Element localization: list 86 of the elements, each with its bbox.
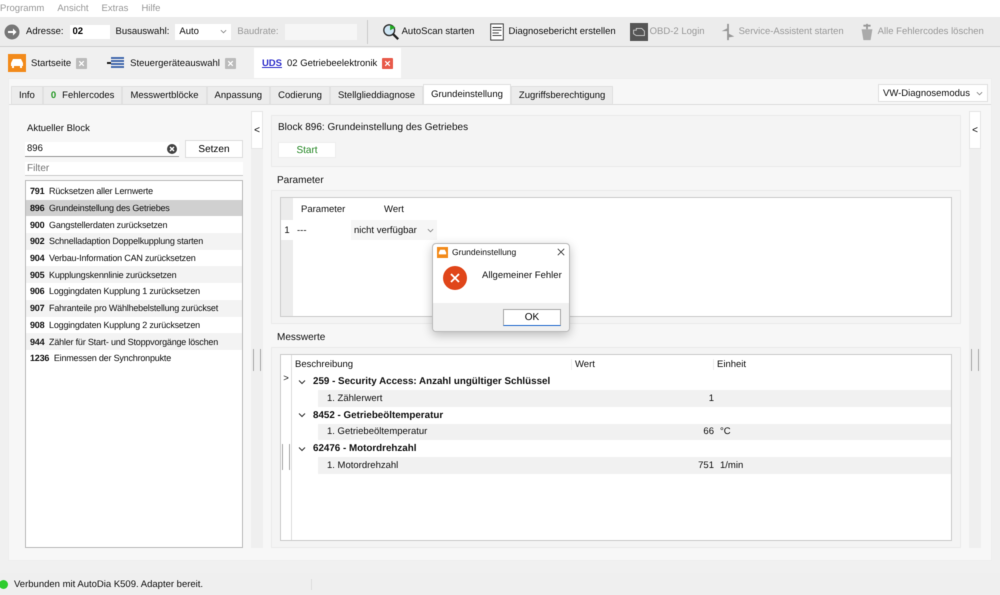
row-number: 1 [281, 220, 293, 240]
document-icon [488, 22, 506, 40]
section-title: Parameter [277, 175, 325, 186]
baud-label: Baudrate: [237, 26, 279, 37]
table-cell-text: 1. Motordrehzahl [326, 460, 400, 471]
table-cell: °C [720, 426, 731, 438]
mode-dropdown[interactable]: VW-Diagnosemodus [878, 84, 988, 102]
magnifier-icon [382, 22, 400, 40]
block-item[interactable]: 904 Verbau-Information CAN zurücksetzen [26, 250, 242, 266]
table-cell-text: 1. Zählerwert [326, 392, 384, 404]
block-item[interactable]: 907 Fahranteile pro Wählhebelstellung zurückset [26, 300, 242, 316]
table-cell-text: 1. Getriebeöltemperatur [326, 426, 428, 438]
group-title: 8452 - Getriebeöltemperatur [313, 410, 444, 420]
splitter-grip[interactable] [282, 444, 290, 470]
section-title: Aktueller Block [27, 123, 91, 134]
column-header: Wert [572, 358, 714, 370]
table-cell: 751 [698, 460, 714, 471]
collapse-button[interactable]: < [251, 111, 263, 149]
block-item[interactable]: 1236 Einmessen der Synchronpukte [26, 350, 242, 367]
block-title: Block 896: Grundeinstellung des Getriebes [278, 122, 470, 133]
ok-button[interactable]: OK [503, 308, 561, 326]
dialog-message: Allgemeiner Fehler [482, 270, 562, 281]
expand-icon[interactable] [298, 444, 306, 452]
block-item[interactable]: 902 Schnelladaption Doppelkupplung starten [26, 233, 242, 250]
tab-label: Startseite [31, 58, 72, 68]
tab[interactable]: Zugriffsberechtigung [510, 86, 614, 104]
toolbar-button[interactable]: AutoScan starten [378, 22, 478, 40]
splitter-grip[interactable] [253, 349, 261, 371]
collapse-button[interactable]: < [969, 111, 981, 149]
tab[interactable]: Anpassung [206, 86, 270, 104]
start-button[interactable]: Start [278, 142, 336, 158]
table-cell: 1 [708, 392, 714, 404]
block-item[interactable]: 900 Gangstellerdaten zurücksetzen [26, 216, 242, 234]
status-text: Verbunden mit AutoDia K509. Adapter bereit. [14, 578, 312, 590]
error-count: 0 [50, 90, 56, 101]
expand-icon[interactable] [298, 378, 306, 386]
tab-label: Steuergeräteauswahl [130, 58, 220, 68]
column-header: Parameter [300, 204, 346, 214]
dialog-title: Grundeinstellung [452, 247, 518, 257]
error-icon [443, 266, 467, 290]
chevron-icon [220, 29, 228, 34]
column-header: Beschreibung [292, 358, 572, 370]
splitter-grip[interactable] [971, 349, 979, 371]
document-tab[interactable]: UDS 02 Getriebeelektronik [254, 48, 402, 78]
table-cell-text: --- [296, 224, 308, 236]
tab[interactable]: Grundeinstellung [423, 84, 511, 104]
block-field[interactable]: 896 [25, 142, 179, 156]
app-icon [437, 246, 448, 258]
protocol-label: UDS [262, 58, 282, 68]
expand-icon[interactable] [298, 411, 306, 419]
toolbar-button[interactable]: Diagnosebericht erstellen [484, 22, 620, 40]
bus-label: Busauswahl: [116, 26, 170, 37]
close-icon[interactable] [557, 248, 565, 256]
tab[interactable]: 0 Fehlercodes [42, 86, 122, 104]
chevron-icon [427, 228, 434, 232]
tab-label: 02 Getriebeelektronik [287, 58, 378, 68]
set-button[interactable]: Setzen [185, 140, 243, 158]
value-dropdown[interactable]: nicht verfügbar [351, 220, 437, 240]
tab[interactable]: Stellglieddiagnose [330, 86, 424, 104]
clear-icon[interactable] [167, 144, 177, 154]
filter-field[interactable]: Filter [25, 162, 243, 176]
car-icon [8, 54, 26, 72]
table-cell: 1/min [720, 460, 744, 471]
group-title: 62476 - Motordrehzahl [313, 443, 416, 454]
group-title: 259 - Security Access: Anzahl ungültiger Schlüssel [313, 376, 550, 387]
document-tab[interactable]: Steuergeräteauswahl [105, 48, 244, 78]
document-tab[interactable]: Startseite [6, 48, 96, 78]
tab[interactable]: Codierung [270, 86, 330, 104]
section-title: Messwerte [277, 332, 326, 343]
block-item[interactable]: 906 Loggingdaten Kupplung 1 zurücksetzen [26, 283, 242, 300]
block-item[interactable]: 908 Loggingdaten Kupplung 2 zurücksetzen [26, 316, 242, 334]
row-marker: > [283, 373, 289, 384]
block-item[interactable]: 905 Kupplungskennlinie zurücksetzen [26, 266, 242, 284]
block-item[interactable]: 944 Zähler für Start- und Stoppvorgänge löschen [26, 333, 242, 350]
address-label: Adresse: [26, 26, 64, 37]
block-item[interactable]: 896 Grundeinstellung des Getriebes [26, 200, 242, 216]
address-field[interactable]: 02 [70, 24, 110, 38]
column-header: Einheit [716, 358, 746, 370]
bus-dropdown[interactable]: Auto [175, 24, 232, 40]
tab-label: Fehlercodes [62, 90, 114, 101]
tab[interactable]: Info [11, 86, 43, 104]
column-header: Wert [383, 204, 405, 214]
block-item[interactable]: 791 Rücksetzen aller Lernwerte [26, 183, 242, 200]
chevron-icon [976, 90, 983, 96]
table-cell: 66 [703, 426, 714, 438]
tab[interactable]: Messwertblöcke [122, 86, 207, 104]
